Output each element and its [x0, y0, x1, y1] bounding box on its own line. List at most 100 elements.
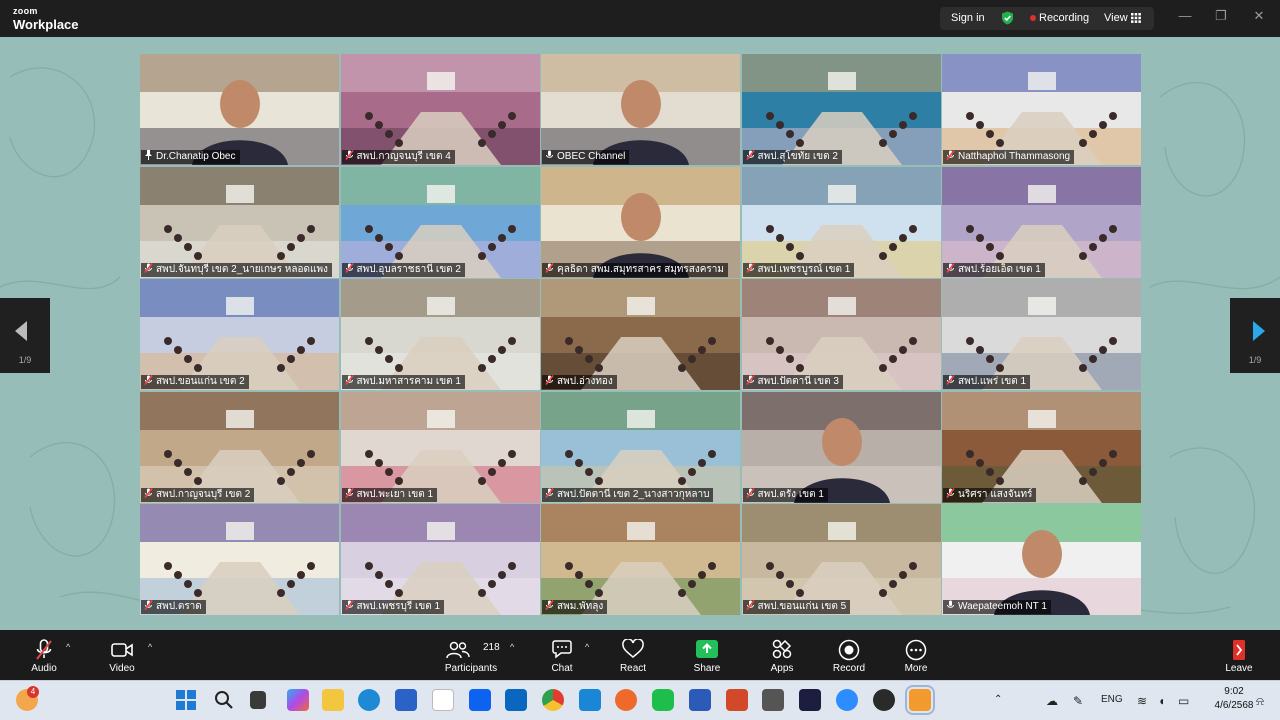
- mic-muted-icon: [946, 150, 955, 160]
- participant-video-tile[interactable]: สพป.เพชรบุรี เขต 1: [340, 504, 540, 615]
- chat-button[interactable]: Chat: [540, 630, 584, 680]
- react-button[interactable]: React: [610, 630, 656, 680]
- webex-icon[interactable]: [799, 689, 821, 711]
- file-explorer-icon[interactable]: [322, 689, 344, 711]
- volume-icon[interactable]: ◖: [1158, 694, 1165, 708]
- video-feed: [741, 166, 941, 278]
- video-feed: [541, 279, 740, 390]
- next-page-button[interactable]: 1/9: [1230, 298, 1280, 373]
- participant-video-tile[interactable]: สพป.เพชรบูรณ์ เขต 1: [741, 166, 941, 278]
- line-app-icon[interactable]: [652, 689, 674, 711]
- participant-name-tag: สพป.ตราด: [141, 600, 206, 614]
- view-button[interactable]: View: [1104, 12, 1128, 24]
- active-app-icon[interactable]: [905, 685, 935, 715]
- more-button[interactable]: More: [894, 630, 938, 680]
- mic-muted-icon: [545, 600, 554, 610]
- copilot-icon[interactable]: [287, 689, 309, 711]
- participant-name: สพป.จันทบุรี เขต 2_นายเกษร หลอดแพง: [156, 263, 328, 275]
- firefox-icon[interactable]: [615, 689, 637, 711]
- participant-video-tile[interactable]: สพป.พะเยา เขต 1: [340, 391, 540, 503]
- app-icon[interactable]: [762, 689, 784, 711]
- participant-video-tile[interactable]: สพป.กาญจนบุรี เขต 2: [140, 391, 339, 503]
- chrome-icon[interactable]: [542, 689, 564, 711]
- audio-button[interactable]: Audio: [18, 630, 70, 680]
- dropbox-icon[interactable]: [469, 689, 491, 711]
- snipping-tool-icon[interactable]: [579, 689, 601, 711]
- notifications-bell-icon[interactable]: ⍾: [1256, 694, 1264, 709]
- participant-video-tile[interactable]: สพป.จันทบุรี เขต 2_นายเกษร หลอดแพง: [140, 166, 339, 278]
- participant-video-tile[interactable]: Dr.Chanatip Obec: [140, 54, 339, 165]
- participant-video-tile[interactable]: สพป.ปัตตานี เขต 3: [741, 279, 941, 390]
- video-feed: [140, 391, 339, 503]
- language-indicator[interactable]: ENG: [1101, 694, 1123, 705]
- video-button[interactable]: Video: [98, 630, 146, 680]
- pen-input-icon[interactable]: ✎: [1073, 694, 1083, 708]
- task-view-icon[interactable]: [250, 691, 266, 709]
- participant-video-tile[interactable]: สพป.ขอนแก่น เขต 2: [140, 279, 339, 390]
- react-label: React: [619, 663, 647, 674]
- recording-label[interactable]: Recording: [1039, 12, 1089, 24]
- participant-video-tile[interactable]: สพป.ปัตตานี เขต 2_นางสาวกุหลาบ: [541, 391, 740, 503]
- participant-video-tile[interactable]: สพป.มหาสารคาม เขต 1: [340, 279, 540, 390]
- outlook-icon[interactable]: [505, 689, 527, 711]
- apps-icon: [772, 639, 792, 659]
- close-window-button[interactable]: ✕: [1252, 9, 1266, 23]
- participant-video-tile[interactable]: คุลธิดา สพม.สมุทรสาคร สมุทรสงคราม: [541, 166, 740, 278]
- participant-name-tag: Waepateemoh NT 1: [943, 600, 1051, 614]
- participant-video-tile[interactable]: OBEC Channel: [541, 54, 740, 165]
- system-clock[interactable]: 9:02 4/6/2568: [1214, 685, 1254, 713]
- video-options-caret-icon[interactable]: ^: [148, 642, 152, 652]
- participant-video-tile[interactable]: Natthaphol Thammasong: [942, 54, 1141, 165]
- participant-video-tile[interactable]: สพป.สุโขทัย เขต 2: [741, 54, 941, 165]
- mic-muted-icon: [745, 150, 755, 160]
- wifi-icon[interactable]: ≋: [1137, 694, 1147, 708]
- participant-video-tile[interactable]: Waepateemoh NT 1: [942, 504, 1141, 615]
- video-label: Video: [109, 663, 135, 674]
- share-button[interactable]: Share: [684, 630, 730, 680]
- maximize-button[interactable]: ❐: [1214, 9, 1228, 23]
- apps-button[interactable]: Apps: [760, 630, 804, 680]
- chat-options-caret-icon[interactable]: ^: [585, 642, 589, 652]
- leave-button[interactable]: Leave: [1218, 630, 1260, 680]
- participant-name-tag: สพป.ขอนแก่น เขต 2: [141, 375, 249, 389]
- media-app-icon[interactable]: [873, 689, 895, 711]
- minimize-button[interactable]: —: [1178, 9, 1192, 23]
- show-hidden-icons-chevron-icon[interactable]: ⌃: [994, 694, 1002, 705]
- search-icon[interactable]: [213, 689, 235, 711]
- edge-browser-icon[interactable]: [358, 689, 380, 711]
- more-label: More: [904, 663, 928, 674]
- previous-page-button[interactable]: 1/9: [0, 298, 50, 373]
- security-shield-icon[interactable]: [1001, 11, 1014, 25]
- battery-icon[interactable]: ▭: [1178, 694, 1189, 708]
- participant-video-tile[interactable]: สพป.กาญจนบุรี เขต 4: [340, 54, 540, 165]
- participant-name: สพม.พัทลุง: [557, 601, 604, 612]
- meeting-stage: 1/9 1/9 Dr.Chanatip Obec สพป.กาญจนบุรี เข…: [0, 37, 1280, 630]
- participant-name: คุลธิดา สพม.สมุทรสาคร สมุทรสงคราม: [557, 263, 725, 275]
- participant-video-tile[interactable]: สพม.พัทลุง: [541, 504, 740, 615]
- participant-video-tile[interactable]: สพป.อ่างทอง: [541, 279, 740, 390]
- amazon-icon[interactable]: [432, 689, 454, 711]
- windows-start-icon[interactable]: [175, 689, 197, 711]
- word-icon[interactable]: [689, 689, 711, 711]
- grid-view-icon[interactable]: [1131, 13, 1141, 23]
- participant-video-tile[interactable]: สพป.ตรัง เขต 1: [741, 391, 941, 503]
- store-icon[interactable]: [395, 689, 417, 711]
- sign-in-button[interactable]: Sign in: [951, 12, 985, 24]
- powerpoint-icon[interactable]: [726, 689, 748, 711]
- participant-video-tile[interactable]: สพป.ตราด: [140, 504, 339, 615]
- participant-video-tile[interactable]: สพป.อุบลราชธานี เขต 2: [340, 166, 540, 278]
- meeting-status-bar: Sign in Recording View: [940, 7, 1154, 30]
- participant-video-tile[interactable]: สพป.ร้อยเอ็ด เขต 1: [942, 166, 1141, 278]
- participants-options-caret-icon[interactable]: ^: [510, 642, 514, 652]
- participant-name: OBEC Channel: [557, 151, 626, 162]
- participant-video-tile[interactable]: นริศรา แสงจันทร์: [942, 391, 1141, 503]
- record-button[interactable]: Record: [826, 630, 872, 680]
- participant-video-tile[interactable]: สพป.แพร่ เขต 1: [942, 279, 1141, 390]
- participant-video-tile[interactable]: สพป.ขอนแก่น เขต 5: [741, 504, 941, 615]
- audio-options-caret-icon[interactable]: ^: [66, 642, 70, 652]
- leave-label: Leave: [1225, 663, 1253, 674]
- video-feed: [942, 166, 1141, 278]
- zoom-icon[interactable]: [836, 689, 858, 711]
- participants-button[interactable]: 218 Participants: [438, 630, 504, 680]
- cloud-icon[interactable]: ☁: [1046, 694, 1058, 708]
